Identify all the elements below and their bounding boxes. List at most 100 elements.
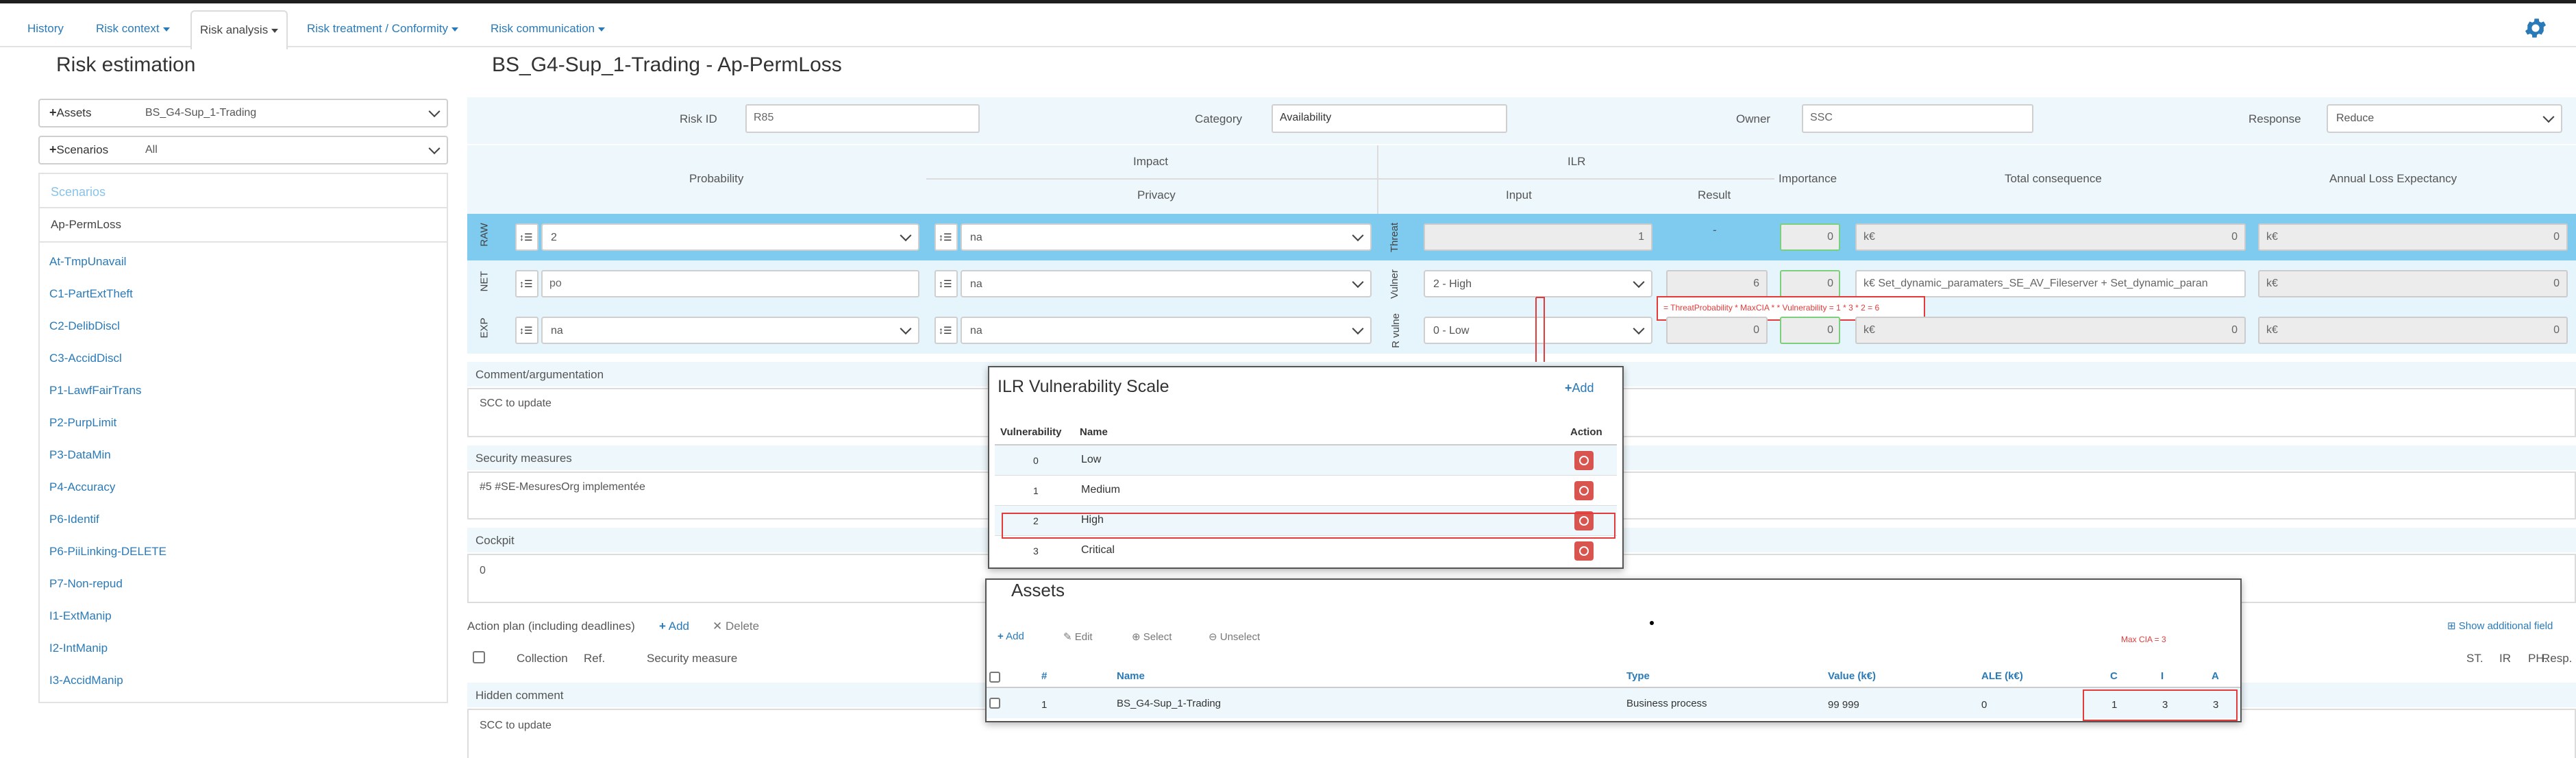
cockpit-label: Cockpit	[475, 534, 515, 547]
scenario-item[interactable]: P6-PiiLinking-DELETE	[49, 545, 166, 559]
table-row: 3 Critical	[995, 536, 1617, 566]
category-input[interactable]: Availability	[1272, 104, 1507, 133]
total-value: 0	[2231, 324, 2238, 336]
ilr-vulnerability-select[interactable]: 2 - High	[1424, 270, 1652, 297]
scenarios-filter-label: +Scenarios	[49, 143, 109, 156]
col-name[interactable]: Name	[1117, 670, 1145, 682]
sort-list-icon[interactable]: ↕☰	[934, 223, 958, 251]
scenario-item[interactable]: C3-AccidDiscl	[49, 352, 122, 365]
action-add-button[interactable]: + Add	[659, 620, 689, 633]
page-title: BS_G4-Sup_1-Trading - Ap-PermLoss	[492, 53, 842, 76]
privacy-select-exp[interactable]: na	[961, 317, 1372, 344]
ale-exp: k€ 0	[2258, 317, 2568, 344]
probability-select-raw[interactable]: 2	[541, 223, 919, 251]
scenario-item[interactable]: I2-IntManip	[49, 641, 108, 655]
estimation-header	[467, 145, 2576, 214]
sidebar-title: Risk estimation	[56, 53, 196, 76]
tab-risk-analysis[interactable]: Risk analysis	[190, 10, 288, 49]
select-label: Select	[1143, 631, 1172, 643]
total-consequence-net[interactable]: k€ Set_dynamic_paramaters_SE_AV_Fileserv…	[1855, 270, 2246, 297]
asset-select-button[interactable]: ⊕ Select	[1132, 631, 1172, 643]
scenario-item[interactable]: C1-PartExtTheft	[49, 287, 133, 301]
currency-label: k€	[2266, 324, 2278, 336]
scenario-item[interactable]: P6-Identif	[49, 513, 99, 526]
total-consequence-raw: k€ 0	[1855, 223, 2246, 251]
ilr-result-exp: 0	[1666, 317, 1768, 344]
asset-unselect-button[interactable]: ⊖ Unselect	[1209, 631, 1260, 643]
sort-list-icon[interactable]: ↕☰	[934, 270, 958, 297]
tab-risk-treatment[interactable]: Risk treatment / Conformity	[299, 10, 467, 47]
vuln-name: Medium	[1081, 484, 1120, 496]
assets-filter-label: +Assets	[49, 106, 92, 119]
col-privacy: Privacy	[1137, 188, 1176, 201]
delete-icon[interactable]	[1574, 451, 1594, 470]
col-ir: IR	[2499, 652, 2511, 665]
col-c[interactable]: C	[2110, 670, 2118, 682]
scenarios-filter[interactable]: +Scenarios All	[38, 136, 448, 164]
scenario-item[interactable]: P2-PurpLimit	[49, 416, 116, 430]
scenario-item[interactable]: C2-DelibDiscl	[49, 319, 120, 333]
tab-risk-context[interactable]: Risk context	[88, 10, 178, 47]
row-label-raw: RAW	[478, 223, 491, 247]
scenario-item[interactable]: I3-AccidManip	[49, 674, 123, 687]
importance-net: 0	[1780, 270, 1840, 297]
col-impact: Impact	[1133, 155, 1169, 168]
row-checkbox[interactable]	[989, 698, 1000, 709]
col-value[interactable]: Value (k€)	[1828, 670, 1876, 682]
delete-label: Delete	[725, 620, 760, 633]
select-all-checkbox[interactable]	[473, 651, 485, 663]
probability-input-net[interactable]: po	[541, 270, 919, 297]
sort-list-icon[interactable]: ↕☰	[515, 317, 538, 344]
sort-list-icon[interactable]: ↕☰	[515, 270, 538, 297]
currency-label: k€	[2266, 278, 2278, 289]
tab-label: Risk communication	[491, 22, 595, 35]
delete-icon[interactable]	[1574, 481, 1594, 500]
importance-exp: 0	[1780, 317, 1840, 344]
scenario-item-label: Ap-PermLoss	[51, 218, 121, 231]
col-i[interactable]: I	[2161, 670, 2164, 682]
owner-input[interactable]: SSC	[1802, 104, 2033, 133]
scenario-item[interactable]: P7-Non-repud	[49, 577, 123, 591]
delete-icon[interactable]	[1574, 541, 1594, 561]
col-a[interactable]: A	[2212, 670, 2219, 682]
scenario-item[interactable]: I1-ExtManip	[49, 609, 112, 623]
asset-add-button[interactable]: + Add	[998, 631, 1024, 642]
chevron-down-icon	[900, 323, 912, 335]
risk-id-input[interactable]: R85	[745, 104, 980, 133]
table-row[interactable]: 1 BS_G4-Sup_1-Trading Business process 9…	[987, 688, 2240, 718]
tab-history[interactable]: History	[19, 10, 72, 47]
col-result: Result	[1698, 188, 1731, 201]
scenario-item[interactable]: P3-DataMin	[49, 448, 111, 462]
col-ale[interactable]: ALE (k€)	[1981, 670, 2023, 682]
chevron-down-icon	[428, 106, 441, 118]
sort-list-icon[interactable]: ↕☰	[515, 223, 538, 251]
cursor-dot	[1650, 621, 1654, 625]
sort-list-icon[interactable]: ↕☰	[934, 317, 958, 344]
response-select[interactable]: Reduce	[2327, 104, 2562, 133]
add-label: Add	[1006, 631, 1024, 642]
show-additional-label: Show additional field	[2458, 620, 2553, 632]
show-additional-field-link[interactable]: ⊞ Show additional field	[2447, 620, 2553, 632]
tab-risk-communication[interactable]: Risk communication	[482, 10, 613, 47]
select-all-checkbox[interactable]	[989, 672, 1000, 683]
action-delete-button[interactable]: ✕ Delete	[713, 620, 759, 633]
ilr-add-button[interactable]: +Add	[1565, 381, 1594, 395]
scenario-item[interactable]: At-TmpUnavail	[49, 255, 126, 269]
assets-filter[interactable]: +Assets BS_G4-Sup_1-Trading	[38, 99, 448, 127]
gear-icon[interactable]	[2523, 15, 2549, 41]
response-value: Reduce	[2336, 112, 2375, 124]
ilr-threat-input[interactable]: 1	[1424, 223, 1652, 251]
privacy-select-raw[interactable]: na	[961, 223, 1372, 251]
probability-select-exp[interactable]: na	[541, 317, 919, 344]
col-num[interactable]: #	[1041, 670, 1047, 682]
asset-edit-button[interactable]: ✎ Edit	[1063, 631, 1093, 643]
cell-value: 99 999	[1828, 699, 1859, 711]
scenario-item[interactable]: P1-LawfFairTrans	[49, 384, 141, 398]
col-type[interactable]: Type	[1626, 670, 1650, 682]
scenario-item-active[interactable]: Ap-PermLoss	[38, 207, 448, 243]
privacy-select-net[interactable]: na	[961, 270, 1372, 297]
hidden-comment-label: Hidden comment	[475, 689, 564, 702]
scenario-item[interactable]: P4-Accuracy	[49, 480, 115, 494]
ale-net: k€ 0	[2258, 270, 2568, 297]
importance-raw: 0	[1780, 223, 1840, 251]
